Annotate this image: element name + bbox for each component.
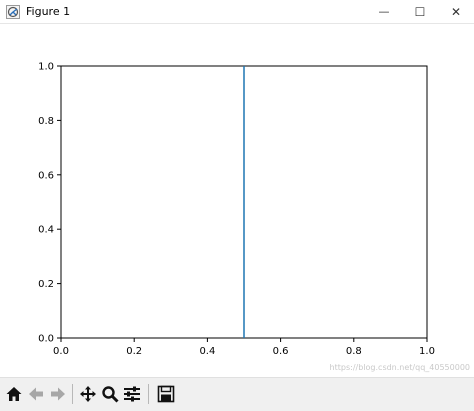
x-tick-label: 0.0 <box>53 346 69 357</box>
figure-canvas[interactable]: 0.0 0.2 0.4 0.6 0.8 1.0 0.0 0.2 0.4 0.6 0.8 1.0 ht… <box>0 24 474 377</box>
save-button[interactable] <box>156 384 176 404</box>
zoom-icon <box>102 386 119 403</box>
watermark-text: https://blog.csdn.net/qq_40550000 <box>330 363 470 372</box>
x-tick-label: 0.2 <box>126 346 142 357</box>
x-tick-label: 0.4 <box>199 346 215 357</box>
y-tick-label: 0.2 <box>38 279 54 290</box>
pan-icon <box>80 386 96 402</box>
x-axis: 0.0 0.2 0.4 0.6 0.8 1.0 <box>53 338 435 357</box>
navigation-toolbar <box>0 377 474 411</box>
y-tick-label: 1.0 <box>38 62 54 73</box>
minimize-icon: — <box>378 5 390 18</box>
back-icon <box>29 387 43 401</box>
y-axis: 0.0 0.2 0.4 0.6 0.8 1.0 <box>38 62 61 345</box>
x-tick-label: 0.6 <box>273 346 289 357</box>
y-tick-label: 0.6 <box>38 170 54 181</box>
configure-subplots-icon <box>124 386 140 402</box>
matplotlib-app-icon <box>6 4 20 19</box>
home-icon <box>6 387 22 401</box>
y-tick-label: 0.0 <box>38 334 54 345</box>
x-tick-label: 1.0 <box>419 346 435 357</box>
close-icon: ✕ <box>450 4 462 19</box>
toolbar-separator <box>72 384 73 404</box>
minimize-button[interactable]: — <box>366 0 402 23</box>
toolbar-separator <box>148 384 149 404</box>
home-button[interactable] <box>4 384 24 404</box>
title-bar: Figure 1 — ☐ ✕ <box>0 0 474 24</box>
zoom-button[interactable] <box>100 384 120 404</box>
pan-button[interactable] <box>78 384 98 404</box>
plot-svg: 0.0 0.2 0.4 0.6 0.8 1.0 0.0 0.2 0.4 0.6 0.8 1.0 ht… <box>38 62 470 373</box>
y-tick-label: 0.4 <box>38 225 54 236</box>
back-button[interactable] <box>26 384 46 404</box>
close-button[interactable]: ✕ <box>438 0 474 23</box>
save-icon <box>157 385 175 403</box>
forward-button[interactable] <box>48 384 68 404</box>
x-tick-label: 0.8 <box>346 346 362 357</box>
window-title: Figure 1 <box>26 5 71 18</box>
configure-subplots-button[interactable] <box>122 384 142 404</box>
y-tick-label: 0.8 <box>38 116 54 127</box>
maximize-icon: ☐ <box>414 4 426 19</box>
maximize-button[interactable]: ☐ <box>402 0 438 23</box>
forward-icon <box>51 387 65 401</box>
